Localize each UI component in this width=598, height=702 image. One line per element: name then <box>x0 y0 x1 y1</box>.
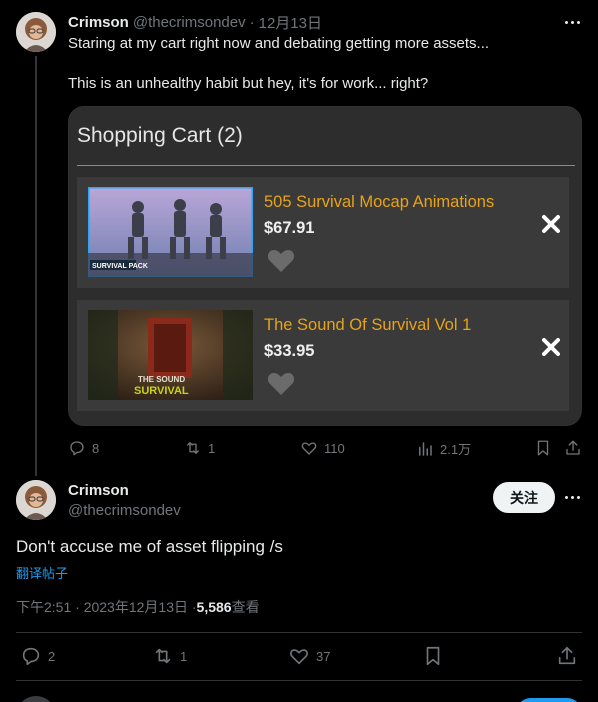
repost-button[interactable]: 1 <box>184 439 215 457</box>
like-button[interactable]: 37 <box>288 645 330 667</box>
post-timestamp[interactable]: 下午2:51 · 2023年12月13日 · <box>16 597 197 617</box>
heart-icon[interactable] <box>267 249 295 273</box>
thumb-label-1: THE SOUND <box>138 375 185 384</box>
item-price: $33.95 <box>264 342 315 360</box>
share-button[interactable] <box>556 645 584 667</box>
cart-item: THE SOUND SURVIVAL The Sound Of Survival… <box>77 300 569 411</box>
repost-count: 1 <box>208 440 216 456</box>
bookmark-button[interactable] <box>534 439 558 457</box>
author-handle[interactable]: @thecrimsondev <box>133 14 246 31</box>
reply-button[interactable]: 2 <box>20 645 55 667</box>
divider <box>16 680 582 681</box>
reply-button[interactable]: 8 <box>68 439 99 457</box>
bookmark-button[interactable] <box>422 645 450 667</box>
like-button[interactable]: 110 <box>300 439 345 457</box>
view-count: 5,586 <box>196 599 232 615</box>
share-button[interactable] <box>564 439 588 457</box>
thread-line <box>35 56 37 476</box>
cart-title: Shopping Cart (2) <box>77 124 243 147</box>
bookmark-icon <box>426 646 440 666</box>
product-thumbnail: SURVIVAL PACK <box>88 187 253 277</box>
post-text-line1: Staring at my cart right now and debatin… <box>68 35 490 52</box>
more-options-icon[interactable] <box>562 12 582 32</box>
heart-outline-icon <box>290 649 308 665</box>
post-header: Crimson @thecrimsondev · 12月13日 <box>68 12 322 32</box>
like-count: 37 <box>316 648 331 664</box>
heart-outline-icon <box>301 442 317 455</box>
avatar[interactable] <box>16 12 56 52</box>
author-name[interactable]: Crimson <box>68 14 129 31</box>
thumb-label-2: SURVIVAL <box>134 385 189 397</box>
product-thumbnail: THE SOUND SURVIVAL <box>88 310 253 400</box>
repost-count: 1 <box>180 648 188 664</box>
remove-icon[interactable] <box>541 214 561 234</box>
reply-icon <box>22 647 40 666</box>
reply-count: 8 <box>92 440 100 456</box>
avatar[interactable] <box>16 696 56 702</box>
reply-submit-button[interactable] <box>516 698 582 702</box>
views-chart-icon <box>419 441 432 456</box>
avatar[interactable] <box>16 480 56 520</box>
remove-icon[interactable] <box>541 337 561 357</box>
views-button[interactable]: 2.1万 <box>416 439 471 458</box>
repost-icon <box>155 648 171 664</box>
divider <box>16 632 582 633</box>
like-count: 110 <box>324 440 345 456</box>
views-count: 2.1万 <box>440 442 472 457</box>
post-text: Don't accuse me of asset flipping /s <box>16 537 283 556</box>
post-text-line2: This is an unhealthy habit but hey, it's… <box>68 75 429 92</box>
reply-count: 2 <box>48 648 56 664</box>
follow-button[interactable]: 关注 <box>493 482 555 513</box>
item-title[interactable]: The Sound Of Survival Vol 1 <box>264 316 471 335</box>
views-label: 查看 <box>231 599 260 615</box>
share-icon <box>566 440 580 455</box>
bookmark-icon <box>537 440 549 456</box>
divider <box>77 165 575 166</box>
separator: · <box>249 13 255 31</box>
reply-icon <box>70 441 84 456</box>
repost-icon <box>187 442 199 454</box>
more-options-icon[interactable] <box>562 487 582 507</box>
author-name[interactable]: Crimson <box>68 482 129 499</box>
thumb-label: SURVIVAL PACK <box>92 263 148 270</box>
post-meta: 下午2:51 · 2023年12月13日 · 5,586 查看 <box>16 597 260 617</box>
repost-button[interactable]: 1 <box>152 645 187 667</box>
cart-item: SURVIVAL PACK 505 Survival Mocap Animati… <box>77 177 569 288</box>
item-title[interactable]: 505 Survival Mocap Animations <box>264 193 494 212</box>
media-card[interactable]: Shopping Cart (2) SURVIVAL PACK 505 Surv… <box>68 106 582 426</box>
post-date[interactable]: 12月13日 <box>259 12 322 33</box>
heart-icon[interactable] <box>267 372 295 396</box>
translate-link[interactable]: 翻译帖子 <box>16 563 68 582</box>
author-handle[interactable]: @thecrimsondev <box>68 502 181 519</box>
item-price: $67.91 <box>264 219 315 237</box>
share-icon <box>558 646 576 665</box>
